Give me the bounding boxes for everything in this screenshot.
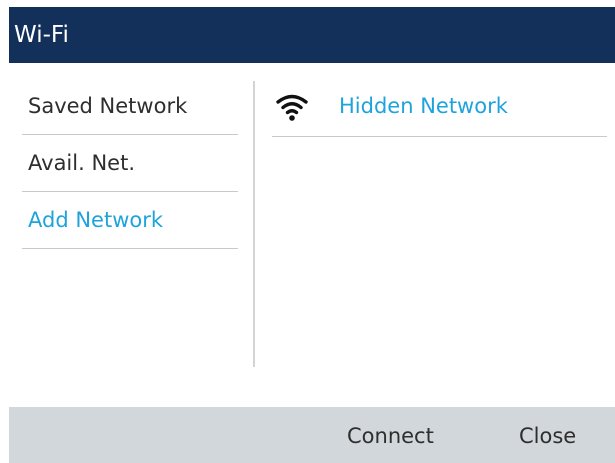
title-bar: Wi-Fi: [9, 7, 615, 63]
menu-item-label: Saved Network: [28, 94, 188, 118]
menu-item-label: Avail. Net.: [28, 151, 135, 175]
wifi-icon: [275, 90, 309, 124]
wifi-menu: Saved Network Avail. Net. Add Network: [22, 78, 238, 249]
network-row-hidden-network[interactable]: Hidden Network: [272, 78, 607, 137]
menu-item-add-network[interactable]: Add Network: [22, 192, 238, 249]
close-button[interactable]: Close: [519, 423, 576, 449]
menu-item-label: Add Network: [28, 208, 164, 232]
menu-item-saved-network[interactable]: Saved Network: [22, 78, 238, 135]
menu-item-available-networks[interactable]: Avail. Net.: [22, 135, 238, 192]
softkey-bar: Connect Close: [9, 407, 615, 463]
network-list: Hidden Network: [272, 78, 607, 137]
network-name: Hidden Network: [339, 94, 508, 118]
pane-divider: [253, 81, 255, 367]
connect-button[interactable]: Connect: [347, 423, 434, 449]
wifi-screen: Wi-Fi Saved Network Avail. Net. Add Netw…: [0, 0, 615, 463]
page-title: Wi-Fi: [14, 22, 69, 48]
